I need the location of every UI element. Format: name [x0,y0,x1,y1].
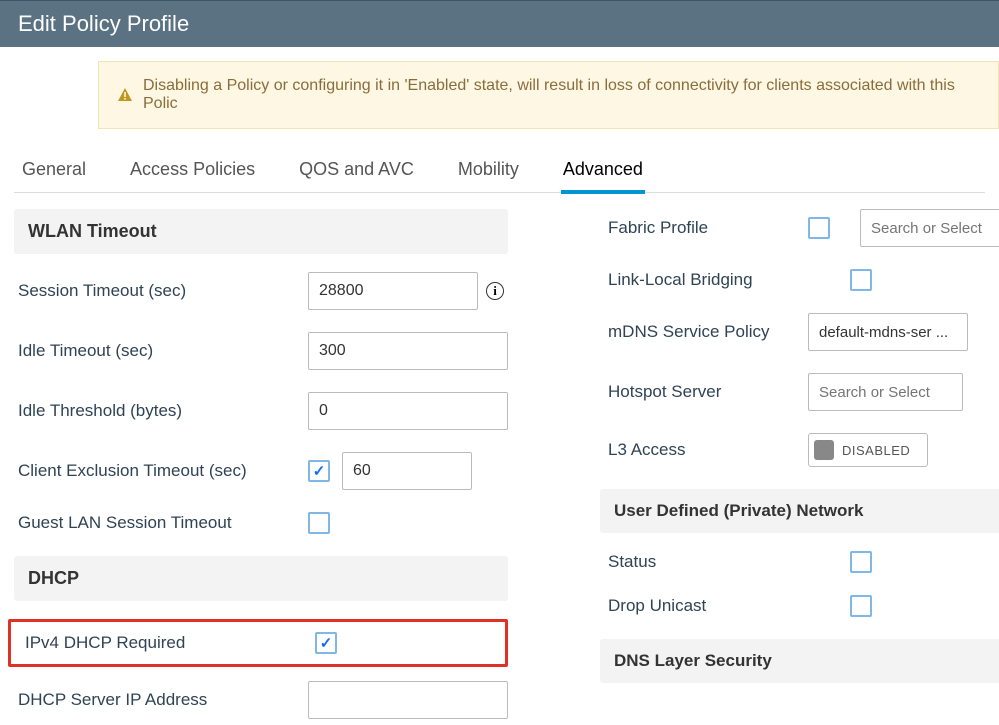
warning-text: Disabling a Policy or configuring it in … [143,77,980,113]
section-dhcp: DHCP [14,556,508,601]
idle-timeout-label: Idle Timeout (sec) [18,341,308,361]
hotspot-label: Hotspot Server [608,382,808,402]
guest-lan-label: Guest LAN Session Timeout [18,513,308,533]
drop-unicast-label: Drop Unicast [608,596,808,616]
toggle-state: DISABLED [842,443,910,458]
section-dns: DNS Layer Security [600,639,999,683]
idle-threshold-input[interactable] [308,392,508,430]
mdns-select[interactable] [808,313,968,351]
dhcp-server-label: DHCP Server IP Address [18,690,308,710]
tab-general[interactable]: General [20,149,88,192]
dhcp-server-input[interactable] [308,681,508,719]
mdns-label: mDNS Service Policy [608,321,808,343]
fabric-profile-label: Fabric Profile [608,218,808,238]
client-exclusion-label: Client Exclusion Timeout (sec) [18,461,308,481]
warning-alert: Disabling a Policy or configuring it in … [98,61,999,129]
drop-unicast-checkbox[interactable] [850,595,872,617]
fabric-profile-select[interactable] [860,209,999,247]
session-timeout-label: Session Timeout (sec) [18,281,308,301]
tab-access-policies[interactable]: Access Policies [128,149,257,192]
warning-icon [117,87,133,103]
tab-bar: General Access Policies QOS and AVC Mobi… [14,149,985,193]
session-timeout-input[interactable] [308,272,478,310]
ipv4-dhcp-checkbox[interactable] [315,632,337,654]
link-local-label: Link-Local Bridging [608,270,808,290]
guest-lan-checkbox[interactable] [308,512,330,534]
section-udn: User Defined (Private) Network [600,489,999,533]
link-local-checkbox[interactable] [850,269,872,291]
fabric-profile-checkbox[interactable] [808,217,830,239]
info-icon[interactable]: i [486,282,504,300]
idle-threshold-label: Idle Threshold (bytes) [18,401,308,421]
dialog-title: Edit Policy Profile [18,11,189,36]
ipv4-dhcp-highlight: IPv4 DHCP Required [8,619,508,667]
l3-access-label: L3 Access [608,440,808,460]
client-exclusion-input[interactable] [342,452,472,490]
tab-mobility[interactable]: Mobility [456,149,521,192]
dialog-header: Edit Policy Profile [0,0,999,47]
hotspot-select[interactable] [808,373,963,411]
idle-timeout-input[interactable] [308,332,508,370]
l3-access-toggle[interactable]: DISABLED [808,433,928,467]
tab-advanced[interactable]: Advanced [561,149,645,194]
status-label: Status [608,552,808,572]
ipv4-dhcp-label: IPv4 DHCP Required [25,633,315,653]
client-exclusion-checkbox[interactable] [308,460,330,482]
status-checkbox[interactable] [850,551,872,573]
tab-qos-avc[interactable]: QOS and AVC [297,149,416,192]
section-wlan-timeout: WLAN Timeout [14,209,508,254]
toggle-knob [814,440,834,460]
